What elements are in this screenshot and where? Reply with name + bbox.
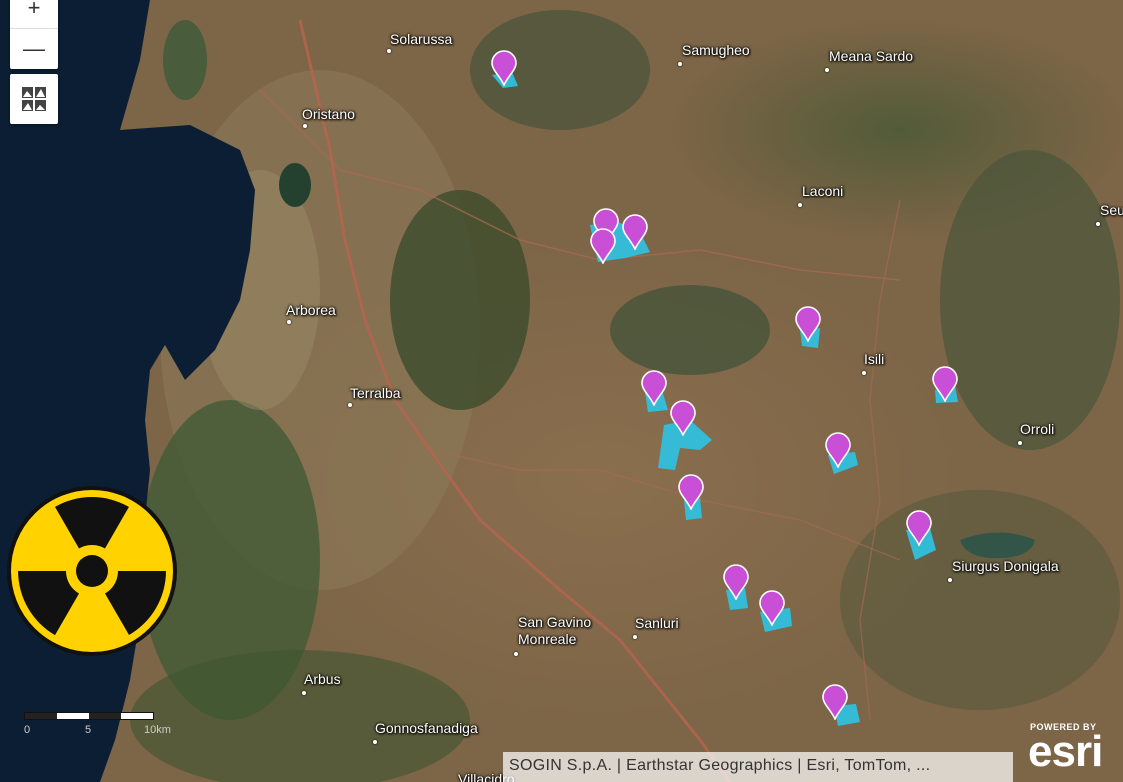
map-pin-icon [622, 214, 648, 251]
location-marker[interactable] [676, 474, 706, 522]
place-label-arborea: Arborea [286, 302, 336, 324]
map-pin-icon [491, 50, 517, 87]
zoom-in-button[interactable]: + [10, 0, 58, 28]
satellite-map[interactable]: Solarussa Samugheo Meana Sardo Oristano … [0, 0, 1123, 782]
location-marker[interactable] [588, 228, 618, 276]
map-pin-icon [590, 228, 616, 265]
place-label-seu: Seu [1096, 202, 1123, 226]
place-label-solarussa: Solarussa [387, 31, 452, 53]
place-label-oristano: Oristano [302, 106, 355, 128]
place-label-terralba: Terralba [348, 385, 401, 407]
scale-label-0: 0 [24, 724, 31, 736]
basemap-gallery-button[interactable] [10, 74, 58, 124]
zoom-out-button[interactable]: — [10, 28, 58, 69]
place-label-san-gavino-monreale: San Gavino Monreale [514, 614, 591, 656]
place-label-isili: Isili [862, 351, 884, 375]
map-pin-icon [678, 474, 704, 511]
location-marker[interactable] [620, 214, 650, 262]
map-pin-icon [641, 370, 667, 407]
map-pin-icon [825, 432, 851, 469]
location-marker[interactable] [668, 400, 698, 448]
radiation-trefoil-icon [7, 486, 177, 656]
location-marker[interactable] [820, 684, 850, 732]
place-label-samugheo: Samugheo [678, 42, 750, 66]
basemap-gallery-icon [22, 87, 46, 111]
location-marker[interactable] [793, 306, 823, 354]
map-pin-icon [906, 510, 932, 547]
map-pin-icon [670, 400, 696, 437]
place-label-laconi: Laconi [798, 183, 843, 207]
map-pin-icon [822, 684, 848, 721]
place-label-meana-sardo: Meana Sardo [825, 48, 913, 72]
esri-brand: esri [1028, 727, 1103, 776]
place-label-arbus: Arbus [302, 671, 341, 695]
location-marker[interactable] [757, 590, 787, 638]
place-label-siurgus-donigala: Siurgus Donigala [948, 558, 1059, 582]
map-pin-icon [932, 366, 958, 403]
esri-logo: POWERED BY esri [1026, 722, 1121, 780]
scale-bar: 0 5 10km [24, 712, 171, 742]
map-pin-icon [795, 306, 821, 343]
map-pin-icon [723, 564, 749, 601]
map-attribution[interactable]: SOGIN S.p.A. | Earthstar Geographics | E… [503, 752, 1013, 782]
location-marker[interactable] [489, 50, 519, 98]
location-marker[interactable] [639, 370, 669, 418]
scale-label-10km: 10km [144, 724, 171, 736]
place-label-orroli: Orroli [1018, 421, 1054, 445]
location-marker[interactable] [904, 510, 934, 558]
map-pin-icon [759, 590, 785, 627]
scale-label-5: 5 [85, 724, 92, 736]
zoom-control: + — [10, 0, 58, 69]
location-marker[interactable] [721, 564, 751, 612]
location-marker[interactable] [823, 432, 853, 480]
place-label-gonnosfanadiga: Gonnosfanadiga [373, 720, 478, 744]
place-label-sanluri: Sanluri [633, 615, 679, 639]
location-marker[interactable] [930, 366, 960, 414]
